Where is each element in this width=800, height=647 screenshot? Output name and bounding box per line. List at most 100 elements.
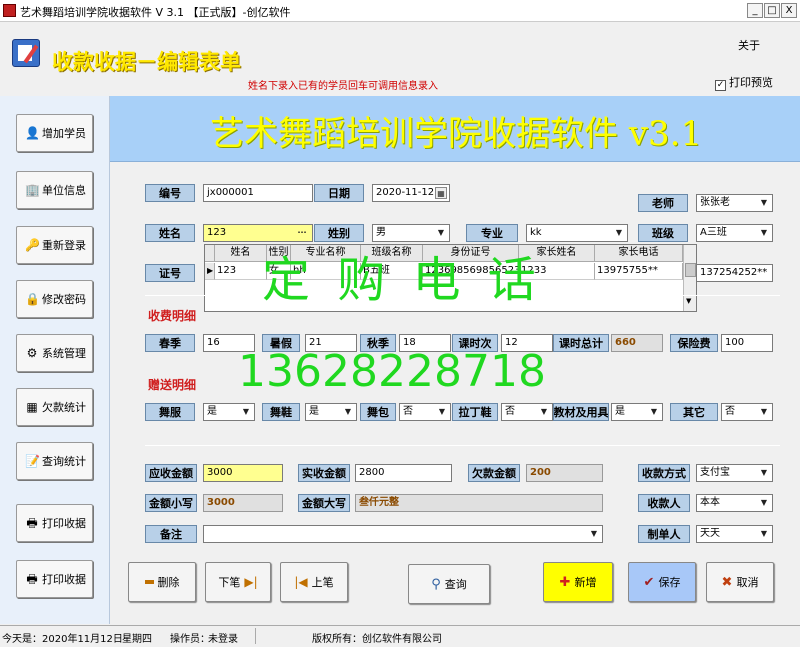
received-input[interactable]: 2800 — [355, 464, 452, 482]
today-date: 2020年11月12日 — [42, 634, 123, 645]
operator-label: 操作员： — [170, 634, 210, 645]
grid-cell[interactable]: hh — [291, 263, 361, 280]
about-link[interactable]: 关于 — [738, 37, 760, 53]
teacher-label: 老师 — [638, 194, 688, 212]
chevron-down-icon: ▼ — [760, 228, 768, 237]
payment-method-select[interactable]: 支付宝 ▼ — [696, 464, 773, 482]
summer-input[interactable]: 21 — [305, 334, 357, 352]
sidebar-item-relogin[interactable]: 🔑 重新登录 — [16, 226, 93, 264]
payee-label: 收款人 — [638, 494, 690, 512]
lesson-total-label: 课时总计 — [553, 334, 609, 352]
amount-lower-value: 3000 — [203, 494, 283, 512]
owed-value: 200 — [526, 464, 603, 482]
sidebar-item-system[interactable]: ⚙ 系统管理 — [16, 334, 93, 372]
divider — [255, 628, 256, 644]
minimize-button[interactable]: _ — [747, 3, 763, 18]
grid-scrollbar[interactable]: ▼ — [683, 245, 696, 311]
teacher-select[interactable]: 张张老 ▼ — [696, 194, 773, 212]
major-select[interactable]: kk ▼ — [526, 224, 628, 242]
other-label: 其它 — [670, 403, 718, 421]
class-select[interactable]: A三班 ▼ — [696, 224, 773, 242]
copyright: 版权所有：创亿软件有限公司 — [312, 634, 442, 645]
number-input[interactable]: jx000001 — [203, 184, 313, 202]
receivable-input[interactable]: 3000 — [203, 464, 283, 482]
form-title: 收款收据－编辑表单 — [52, 50, 241, 74]
row-marker-icon: ▶ — [205, 263, 215, 280]
scroll-down-icon[interactable]: ▼ — [686, 297, 691, 305]
print-preview-checkbox[interactable]: ✓ 打印预览 — [715, 74, 773, 91]
other-select[interactable]: 否 ▼ — [721, 403, 773, 421]
input-hint: 姓名下录入已有的学员回车可调用信息录入 — [248, 81, 438, 92]
app-icon — [3, 4, 16, 17]
printer-icon: 🖶 — [26, 516, 38, 530]
grid-cell[interactable]: 123698569856523 — [423, 263, 519, 280]
student-lookup-grid[interactable]: 姓名 性别 专业名称 班级名称 身份证号 家长姓名 家长电话 ▶ 123 女 h… — [204, 244, 697, 312]
password-icon: 🔒 — [25, 292, 40, 306]
gender-select[interactable]: 男 ▼ — [372, 224, 450, 242]
grid-header: 性别 — [267, 245, 291, 262]
sidebar-item-change-password[interactable]: 🔒 修改密码 — [16, 280, 93, 318]
query-button[interactable]: ⚲ 查询 — [408, 564, 490, 604]
dance-clothes-select[interactable]: 是 ▼ — [203, 403, 255, 421]
name-input[interactable]: 123 ··· — [203, 224, 313, 242]
autumn-input[interactable]: 18 — [399, 334, 451, 352]
sidebar-item-company-info[interactable]: 🏢 单位信息 — [16, 171, 93, 209]
grid-cell[interactable]: 123 — [215, 263, 267, 280]
calendar-icon[interactable]: ▦ — [435, 187, 447, 199]
sidebar-item-add-student[interactable]: 👤 增加学员 — [16, 114, 93, 152]
dance-shoes-select[interactable]: 是 ▼ — [305, 403, 357, 421]
close-button[interactable]: X — [781, 3, 797, 18]
watermark-phone-number: 13628228718 — [238, 346, 546, 397]
autumn-label: 秋季 — [360, 334, 396, 352]
payee-select[interactable]: 本本 ▼ — [696, 494, 773, 512]
weekday: 星期四 — [122, 634, 152, 645]
grid-cell[interactable]: 女 — [267, 263, 291, 280]
window-title: 艺术舞蹈培训学院收据软件 V 3.1 【正式版】-创亿软件 — [20, 6, 291, 19]
grid-cell[interactable]: 1233 — [519, 263, 595, 280]
phone-input[interactable]: 137254252** — [696, 264, 773, 282]
sidebar-item-query-stat[interactable]: 📝 查询统计 — [16, 442, 93, 480]
delete-button[interactable]: 删除 — [128, 562, 196, 602]
insurance-input[interactable]: 100 — [721, 334, 773, 352]
checkbox-mark: ✓ — [715, 80, 726, 91]
materials-select[interactable]: 是 ▼ — [611, 403, 663, 421]
date-label: 日期 — [314, 184, 364, 202]
add-button[interactable]: ✚ 新增 — [543, 562, 613, 602]
grid-header: 姓名 — [215, 245, 267, 262]
maximize-button[interactable]: □ — [764, 3, 780, 18]
cancel-button[interactable]: ✖ 取消 — [706, 562, 774, 602]
chevron-down-icon: ▼ — [760, 198, 768, 207]
spring-input[interactable]: 16 — [203, 334, 255, 352]
latin-shoes-select[interactable]: 否 ▼ — [501, 403, 553, 421]
remark-select[interactable]: ▼ — [203, 525, 603, 543]
chevron-down-icon: ▼ — [650, 407, 658, 416]
grid-cell[interactable]: B五班 — [361, 263, 423, 280]
query-stat-icon: 📝 — [25, 454, 40, 468]
debt-stat-icon: ▦ — [26, 400, 38, 414]
date-input[interactable]: 2020-11-12 ▦ — [372, 184, 450, 202]
save-button[interactable]: ✔ 保存 — [628, 562, 696, 602]
dance-bag-select[interactable]: 否 ▼ — [399, 403, 451, 421]
sidebar-item-print-receipt[interactable]: 🖶 打印收据 — [16, 504, 93, 542]
lookup-ellipsis-icon[interactable]: ··· — [294, 227, 310, 239]
number-label: 编号 — [145, 184, 195, 202]
sidebar-item-debt-stat[interactable]: ▦ 欠款统计 — [16, 388, 93, 426]
grid-header: 家长姓名 — [519, 245, 595, 262]
title-bar: 艺术舞蹈培训学院收据软件 V 3.1 【正式版】-创亿软件 _ □ X — [0, 0, 800, 22]
sidebar-item-print-receipt-2[interactable]: 🖶 打印收据 — [16, 560, 93, 598]
insurance-label: 保险费 — [670, 334, 718, 352]
class-label: 班级 — [638, 224, 688, 242]
chevron-down-icon: ▼ — [760, 498, 768, 507]
chevron-down-icon: ▼ — [590, 529, 598, 538]
next-record-button[interactable]: 下笔 ▶| — [205, 562, 271, 602]
prev-record-button[interactable]: |◀ 上笔 — [280, 562, 348, 602]
prev-arrow-icon: |◀ — [294, 575, 308, 589]
maker-select[interactable]: 天天 ▼ — [696, 525, 773, 543]
lesson-times-input[interactable]: 12 — [501, 334, 553, 352]
gift-section-title: 赠送明细 — [148, 378, 197, 392]
payment-method-label: 收款方式 — [638, 464, 690, 482]
grid-cell[interactable]: 13975755** — [595, 263, 683, 280]
maker-label: 制单人 — [638, 525, 690, 543]
edit-form-icon — [12, 39, 40, 67]
amount-upper-label: 金额大写 — [298, 494, 350, 512]
